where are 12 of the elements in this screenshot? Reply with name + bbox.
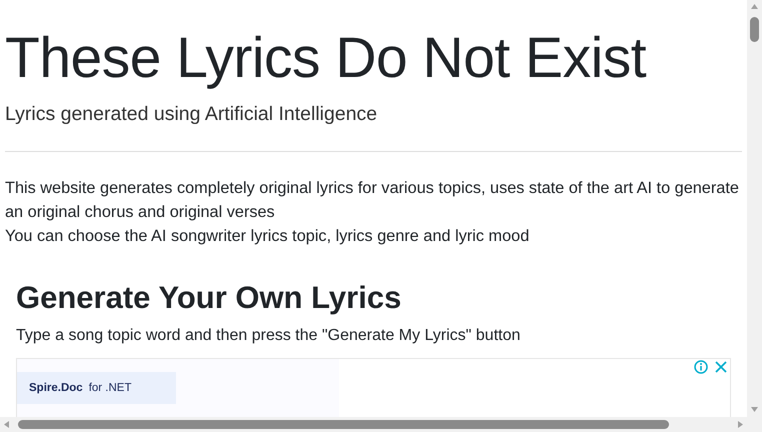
page-title: These Lyrics Do Not Exist xyxy=(5,25,648,92)
section-heading: Generate Your Own Lyrics xyxy=(16,279,402,317)
intro-text: This website generates completely original lyrics for various topics, uses state of the art AI to generate an original chorus and original verses xyxy=(5,178,740,223)
info-icon[interactable] xyxy=(694,360,708,374)
horizontal-scrollbar[interactable] xyxy=(0,417,762,432)
ad-product: for .NET xyxy=(88,382,132,394)
vertical-scrollbar[interactable] xyxy=(747,0,762,417)
intro-text: You can choose the AI songwriter lyrics topic, lyrics genre and lyric mood xyxy=(5,226,530,247)
close-icon[interactable] xyxy=(714,360,728,374)
instructions-text: Type a song topic word and then press the "Generate My Lyrics" button xyxy=(16,326,522,346)
page-subtitle: Lyrics generated using Artificial Intelligence xyxy=(5,102,378,126)
ad-brand: Spire.Doc xyxy=(29,382,83,394)
